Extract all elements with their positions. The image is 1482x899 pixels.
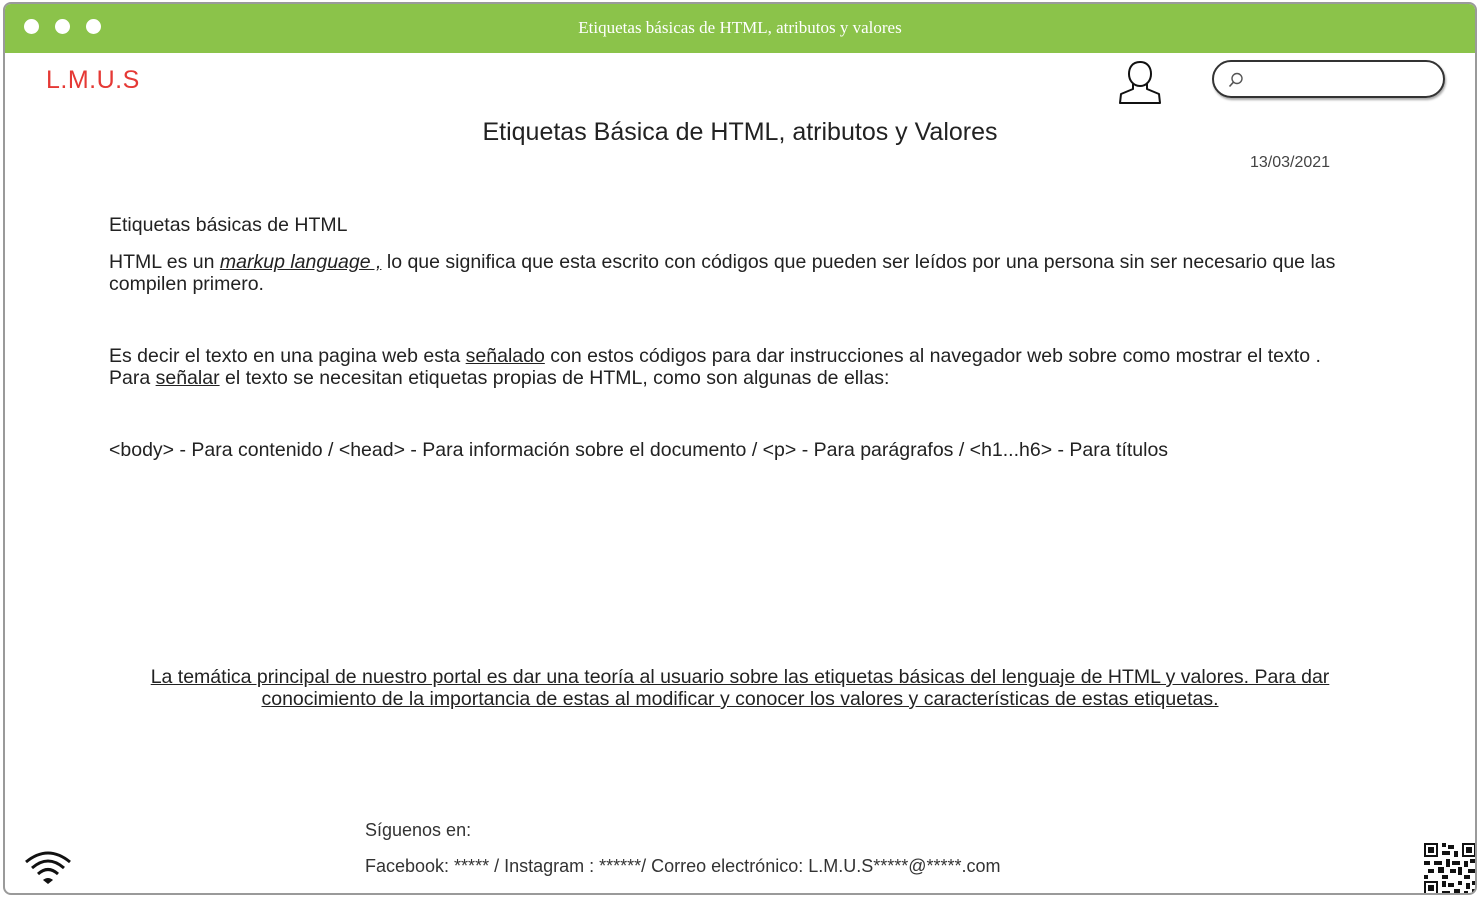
search-input[interactable] [1250,66,1434,94]
intro-text-a: HTML es un [109,251,220,273]
section-heading: Etiquetas básicas de HTML [109,214,348,236]
browser-window: Etiquetas básicas de HTML, atributos y v… [3,2,1477,895]
window-title: Etiquetas básicas de HTML, atributos y v… [578,18,902,37]
explanation-text-b: con estos códigos para dar instrucciones… [544,345,1321,367]
explanation-text-a: Es decir el texto en una pagina web esta [109,345,466,367]
explanation-paragraph: Es decir el texto en una pagina web esta… [109,345,1389,389]
explanation-text-d: el texto se necesitan etiquetas propias … [219,367,890,389]
site-logo[interactable]: L.M.U.S [46,66,140,95]
intro-paragraph: HTML es un markup language , lo que sign… [109,251,1389,295]
qr-code-icon[interactable] [1424,843,1476,895]
markup-language-link[interactable]: markup language , [220,251,382,273]
summary-line-2: conocimiento de la importancia de estas … [261,688,1219,710]
wifi-icon [25,851,71,884]
explanation-text-c: Para [109,367,156,389]
search-box[interactable] [1212,60,1445,98]
portal-summary-link[interactable]: La temática principal de nuestro portal … [105,666,1375,710]
publish-date: 13/03/2021 [1250,154,1331,171]
title-bar: Etiquetas básicas de HTML, atributos y v… [5,4,1475,53]
summary-line-1: La temática principal de nuestro portal … [150,666,1330,688]
search-icon [1228,72,1243,88]
social-contacts: Facebook: ***** / Instagram : ******/ Co… [365,856,1001,876]
user-icon[interactable] [1118,59,1162,105]
senalado-link[interactable]: señalado [466,345,545,367]
tags-list-line: <body> - Para contenido / <head> - Para … [109,439,1169,461]
page-title: Etiquetas Básica de HTML, atributos y Va… [482,118,998,146]
senalar-link[interactable]: señalar [156,367,220,389]
follow-label: Síguenos en: [365,820,472,840]
